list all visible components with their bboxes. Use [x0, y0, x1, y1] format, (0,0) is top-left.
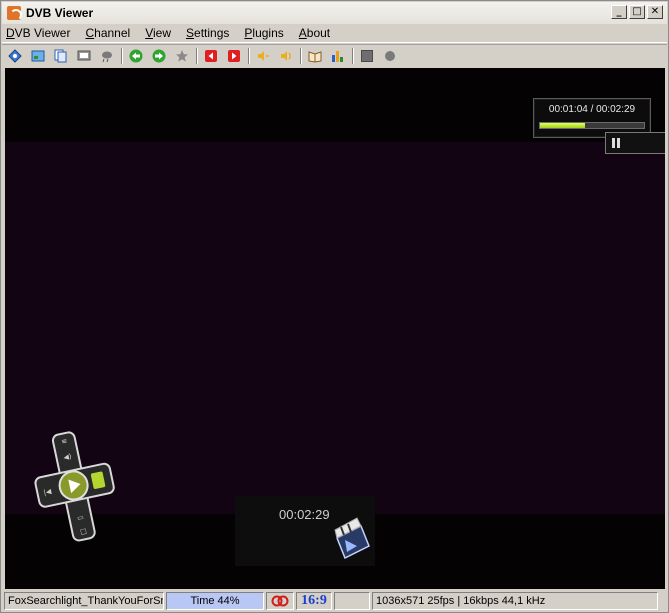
- previous-red-icon: [205, 49, 217, 62]
- video-area[interactable]: 00:01:04 / 00:02:29 00:02:29 ≡ ◀) |◀ ▭ □: [5, 68, 665, 589]
- copy-icon: [54, 49, 67, 62]
- duration-text: 00:02:29: [279, 507, 330, 522]
- menu-plugins[interactable]: Plugins: [244, 26, 283, 40]
- minimize-button[interactable]: _: [611, 5, 627, 19]
- favorites-star-icon: [176, 49, 188, 62]
- back-arrow-icon: [129, 49, 143, 62]
- pause-icon: [612, 138, 620, 148]
- status-bar: FoxSearchlight_ThankYouForSmo Time 44% 1…: [2, 591, 667, 611]
- progress-bar[interactable]: [539, 122, 645, 129]
- back-button[interactable]: [127, 47, 145, 65]
- progress-fill: [540, 123, 585, 128]
- toolbar-separator: [300, 47, 302, 64]
- volume-down-button[interactable]: [254, 47, 272, 65]
- next-red-icon: [228, 49, 240, 62]
- status-stream-info: 1036x571 25fps | 16kbps 44,1 kHz: [372, 592, 658, 610]
- stop-button[interactable]: [358, 47, 376, 65]
- app-logo-icon: [7, 6, 22, 21]
- stereo-audio-icon: [271, 595, 289, 607]
- toolbar-separator: [248, 47, 250, 64]
- clapperboard-icon: [334, 517, 370, 560]
- window-title: DVB Viewer: [26, 6, 94, 20]
- volume-up-icon: [281, 50, 291, 61]
- epg-button[interactable]: [306, 47, 324, 65]
- previous-button[interactable]: [202, 47, 220, 65]
- picture-button[interactable]: [29, 47, 47, 65]
- stop-icon: [361, 49, 373, 62]
- window-controls: _ □ ✕: [611, 5, 663, 19]
- equalizer-button[interactable]: [329, 47, 347, 65]
- book-icon: [308, 50, 322, 63]
- favorites-button[interactable]: [173, 47, 191, 65]
- record-icon: [385, 50, 395, 61]
- menu-bar: DVB Viewer Channel View Settings Plugins…: [2, 24, 667, 43]
- status-audio-panel: [266, 592, 294, 610]
- title-bar[interactable]: DVB Viewer _ □ ✕: [2, 2, 667, 24]
- toolbar-separator: [352, 47, 354, 64]
- channel-list-icon: [8, 48, 22, 63]
- channel-list-button[interactable]: [6, 47, 24, 65]
- picture-icon: [31, 50, 45, 61]
- status-aspect-ratio: 16:9: [296, 592, 332, 610]
- close-button[interactable]: ✕: [647, 5, 663, 19]
- volume-down-icon: [258, 50, 269, 61]
- menu-view[interactable]: View: [145, 26, 171, 40]
- copy-button[interactable]: [52, 47, 70, 65]
- remote-control-osd[interactable]: ≡ ◀) |◀ ▭ □: [33, 428, 119, 546]
- position-time-text: 00:01:04 / 00:02:29: [548, 104, 636, 115]
- forward-button[interactable]: [150, 47, 168, 65]
- toolbar-separator: [121, 47, 123, 64]
- next-button[interactable]: [225, 47, 243, 65]
- maximize-button[interactable]: □: [629, 5, 645, 19]
- screen-button[interactable]: [75, 47, 93, 65]
- menu-dvb-viewer[interactable]: DVB Viewer: [6, 26, 70, 40]
- record-button[interactable]: [381, 47, 399, 65]
- status-time: Time 44%: [166, 592, 264, 610]
- toolbar: [2, 44, 667, 66]
- menu-about[interactable]: About: [299, 26, 330, 40]
- screen-icon: [77, 50, 91, 60]
- forward-arrow-icon: [152, 49, 166, 62]
- app-window: DVB Viewer _ □ ✕ DVB Viewer Channel View…: [0, 0, 669, 613]
- weather-button[interactable]: [98, 47, 116, 65]
- toolbar-separator: [196, 47, 198, 64]
- weather-icon: [102, 51, 112, 62]
- status-filename: FoxSearchlight_ThankYouForSmo: [4, 592, 164, 610]
- status-empty-panel: [334, 592, 370, 610]
- menu-channel[interactable]: Channel: [85, 26, 130, 40]
- equalizer-icon: [332, 50, 343, 62]
- menu-settings[interactable]: Settings: [186, 26, 229, 40]
- volume-up-button[interactable]: [277, 47, 295, 65]
- pause-osd[interactable]: [605, 132, 665, 154]
